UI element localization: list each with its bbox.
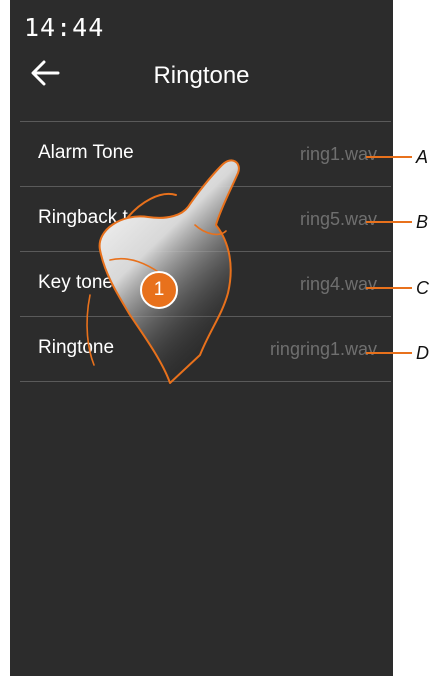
callout-line-a xyxy=(366,156,412,158)
callout-label-d: D xyxy=(416,343,429,363)
callout-label-c: C xyxy=(416,278,429,298)
list-item-value: ringring1.wav xyxy=(269,339,377,359)
callout-line-b xyxy=(366,221,412,223)
top-bar: Ringtone xyxy=(10,52,393,100)
callout-line-c xyxy=(366,287,412,289)
callout-label-a: A xyxy=(416,147,429,167)
list-item-value: ring4.wav xyxy=(299,274,377,294)
list-item-value: ring1.wav xyxy=(299,144,377,164)
step-badge: 1 xyxy=(140,271,178,309)
page-title: Ringtone xyxy=(153,62,250,89)
callout-label-b: B xyxy=(416,212,429,232)
list-item-value: ring5.wav xyxy=(299,209,377,229)
callout-line-d xyxy=(366,352,412,354)
status-time: 14:44 xyxy=(24,13,105,42)
